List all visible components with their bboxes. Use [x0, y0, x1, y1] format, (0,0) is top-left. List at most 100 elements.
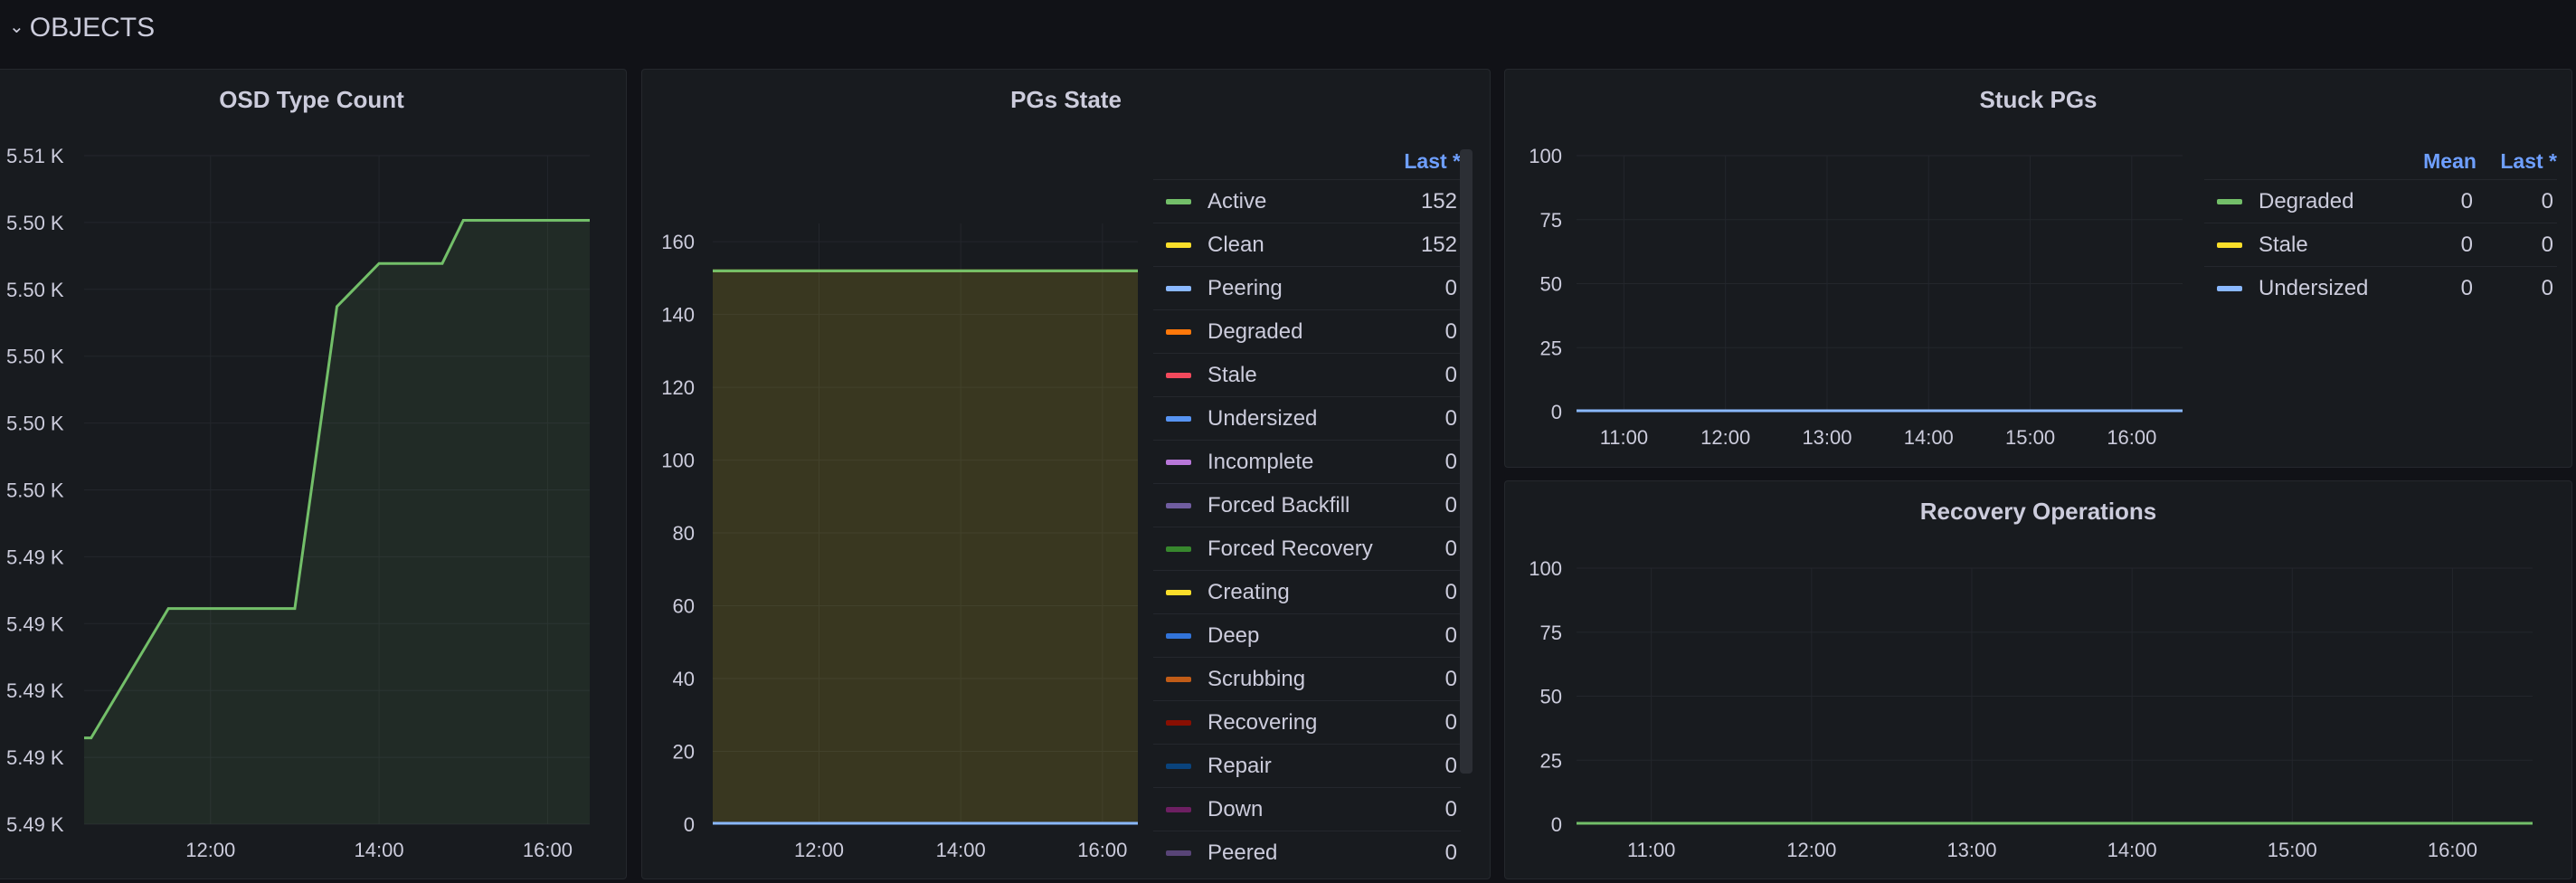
legend-swatch: [1166, 850, 1191, 857]
legend-label-cell: Peered: [1153, 831, 1389, 874]
legend-item[interactable]: Undersized 0: [1153, 396, 1461, 441]
legend-value: 152: [1388, 223, 1461, 267]
legend-label-cell: Undersized: [2204, 266, 2401, 309]
legend-label-cell: Stale: [1153, 353, 1389, 397]
x-tick-label: 16:00: [1077, 839, 1127, 861]
legend-swatch: [1166, 242, 1191, 249]
legend-item[interactable]: Degraded 0 0: [2204, 179, 2557, 223]
x-tick-label: 14:00: [1904, 426, 1954, 449]
y-tick-label: 140: [661, 304, 695, 327]
panel-recovery-operations[interactable]: Recovery Operations 0 25 50 75 100 11:00 12:00…: [1504, 480, 2572, 879]
legend-mean-value: 0: [2400, 266, 2477, 309]
legend-item[interactable]: Repair 0: [1153, 744, 1461, 788]
legend-value: 0: [1388, 353, 1461, 397]
legend-swatch: [1166, 720, 1191, 726]
legend-swatch: [1166, 503, 1191, 509]
y-tick-label: 40: [673, 668, 695, 690]
legend-label-cell: Repair: [1153, 744, 1389, 788]
legend-label-cell: Undersized: [1153, 396, 1389, 441]
x-tick-label: 16:00: [2107, 426, 2156, 449]
x-tick-label: 15:00: [2268, 839, 2317, 861]
legend-header-last[interactable]: Last *: [2477, 149, 2557, 180]
y-tick-label: 5.51 K: [6, 145, 64, 167]
legend-item[interactable]: Stale 0: [1153, 353, 1461, 397]
legend-item[interactable]: Incomplete 0: [1153, 440, 1461, 484]
legend-item[interactable]: Degraded 0: [1153, 309, 1461, 354]
legend-item[interactable]: Down 0: [1153, 787, 1461, 831]
legend-label-cell: Scrubbing: [1153, 657, 1389, 701]
legend-header-mean[interactable]: Mean: [2400, 149, 2477, 180]
legend-label-cell: Degraded: [1153, 309, 1389, 354]
y-tick-label: 20: [673, 741, 695, 764]
series-area: [713, 271, 1138, 824]
y-tick-label: 75: [1540, 622, 1562, 644]
legend-label: Stale: [1208, 362, 1257, 387]
x-tick-label: 14:00: [355, 839, 404, 861]
legend-item[interactable]: Deep 0: [1153, 613, 1461, 658]
legend-swatch: [1166, 373, 1191, 379]
panel-pgs-state[interactable]: PGs State 0 20 40 60 80 100 120 140 160 12:00 14:0…: [641, 69, 1491, 879]
x-tick-label: 16:00: [2428, 839, 2477, 861]
panel-osd-type-count[interactable]: OSD Type Count 5.51 K 5.50 K 5.50 K 5.50 K5…: [0, 69, 627, 879]
x-tick-label: 14:00: [936, 839, 986, 861]
y-tick-label: 50: [1540, 686, 1562, 708]
legend-label-cell: Forced Backfill: [1153, 483, 1389, 527]
legend-scrollbar[interactable]: [1460, 149, 1473, 774]
panel-stuck-pgs[interactable]: Stuck PGs 0 25 50 75 100 11:00 12:00 13:00 14:00…: [1504, 69, 2572, 468]
x-tick-label: 16:00: [523, 839, 573, 861]
y-tick-label: 5.50 K: [6, 212, 64, 234]
legend-item[interactable]: Active 152: [1153, 179, 1461, 223]
legend-value: 0: [1388, 787, 1461, 831]
legend-label-cell: Active: [1153, 179, 1389, 223]
y-tick-label: 0: [1551, 813, 1562, 836]
legend-label-cell: Clean: [1153, 223, 1389, 267]
legend-header-last[interactable]: Last *: [1388, 149, 1461, 180]
legend-swatch: [1166, 546, 1191, 553]
legend-swatch: [1166, 416, 1191, 423]
legend-swatch: [2217, 286, 2242, 292]
legend-label: Clean: [1208, 232, 1264, 257]
y-tick-label: 80: [673, 522, 695, 545]
legend-value: 0: [1388, 266, 1461, 310]
legend-label: Repair: [1208, 753, 1272, 778]
legend-label: Undersized: [2259, 275, 2369, 300]
row-title: OBJECTS: [29, 13, 156, 43]
pgs-chart: 0 20 40 60 80 100 120 140 160 12:00 14:00 16:00: [661, 223, 1138, 861]
x-tick-label: 12:00: [185, 839, 235, 861]
legend-value: 152: [1388, 179, 1461, 223]
x-tick-label: 12:00: [1700, 426, 1750, 449]
legend-item[interactable]: Forced Backfill 0: [1153, 483, 1461, 527]
legend-label: Recovering: [1208, 709, 1318, 735]
legend-label: Active: [1208, 188, 1267, 214]
legend-item[interactable]: Peered 0: [1153, 831, 1461, 874]
legend-item[interactable]: Creating 0: [1153, 570, 1461, 614]
legend-swatch: [1166, 590, 1191, 596]
legend-swatch: [1166, 329, 1191, 336]
legend-label: Deep: [1208, 622, 1260, 648]
legend-item[interactable]: Clean 152: [1153, 223, 1461, 267]
legend-swatch: [2217, 242, 2242, 249]
y-tick-label: 100: [1529, 145, 1562, 167]
legend-label: Incomplete: [1208, 449, 1314, 474]
legend-mean-value: 0: [2400, 179, 2477, 223]
row-header-objects[interactable]: ⌄ OBJECTS: [9, 7, 155, 49]
y-tick-label: 5.50 K: [6, 479, 64, 502]
legend-item[interactable]: Peering 0: [1153, 266, 1461, 310]
legend-label: Degraded: [2259, 188, 2354, 214]
legend-item[interactable]: Stale 0 0: [2204, 223, 2557, 267]
legend-item[interactable]: Forced Recovery 0: [1153, 527, 1461, 571]
legend-swatch: [1166, 199, 1191, 205]
legend-item[interactable]: Scrubbing 0: [1153, 657, 1461, 701]
chevron-down-icon[interactable]: ⌄: [9, 15, 24, 38]
legend-swatch: [2217, 199, 2242, 205]
y-tick-label: 5.50 K: [6, 346, 64, 368]
legend-value: 0: [1388, 657, 1461, 701]
legend-label-cell: Recovering: [1153, 700, 1389, 745]
y-tick-label: 25: [1540, 337, 1562, 359]
legend-item[interactable]: Undersized 0 0: [2204, 266, 2557, 309]
legend-label: Degraded: [1208, 318, 1303, 344]
x-tick-label: 14:00: [2107, 839, 2157, 861]
legend-label: Forced Backfill: [1208, 492, 1350, 517]
legend-value: 0: [1388, 483, 1461, 527]
legend-item[interactable]: Recovering 0: [1153, 700, 1461, 745]
